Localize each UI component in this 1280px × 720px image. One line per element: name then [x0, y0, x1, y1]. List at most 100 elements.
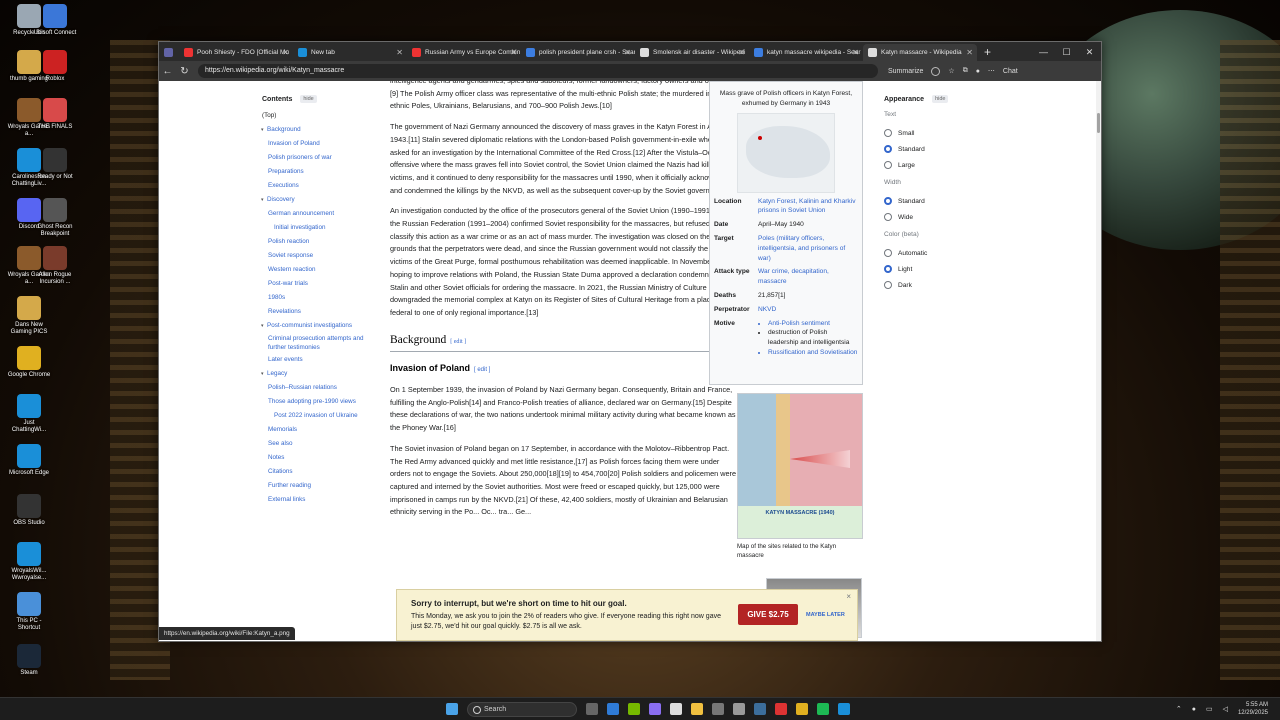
settings-icon[interactable]	[733, 703, 745, 715]
tab-close-icon[interactable]: ✕	[738, 44, 745, 61]
profile-icon[interactable]: ●	[976, 68, 980, 75]
radio-button[interactable]	[884, 129, 892, 137]
toc-item[interactable]: Polish prisoners of war	[268, 151, 380, 165]
toc-item[interactable]: Invasion of Poland	[268, 137, 380, 151]
tab-close-icon[interactable]: ✕	[852, 44, 859, 61]
desktop-icon[interactable]: Ghost Recon Breakpoint	[32, 198, 78, 238]
windows-icon[interactable]	[446, 703, 458, 715]
give-button[interactable]: GIVE $2.75	[738, 604, 798, 625]
radio-button[interactable]	[884, 281, 892, 289]
toc-item[interactable]: See also	[268, 437, 380, 451]
calculator-icon[interactable]	[712, 703, 724, 715]
tab-close-icon[interactable]: ✕	[396, 44, 403, 61]
toc-item[interactable]: Criminal prosecution attempts and furthe…	[268, 333, 380, 353]
roblox-icon[interactable]	[775, 703, 787, 715]
translate-icon[interactable]	[931, 66, 941, 76]
refresh-icon[interactable]: ↻	[176, 66, 193, 77]
desktop-icon[interactable]: Ubisoft Connect	[32, 4, 78, 37]
toc-item[interactable]: Post 2022 invasion of Ukraine	[274, 409, 380, 423]
desktop-icon[interactable]: Roblox	[32, 50, 78, 83]
toc-item[interactable]: Preparations	[268, 165, 380, 179]
desktop-icon[interactable]: This PC - Shortcut	[6, 592, 52, 632]
tab[interactable]: polish president plane crsh - Sear ✕	[521, 44, 635, 61]
tab-pinned[interactable]	[159, 44, 179, 61]
motive-item[interactable]: Russification and Sovietisation	[768, 348, 858, 358]
radio-option[interactable]: Light	[884, 261, 1004, 277]
tab-close-icon[interactable]: ✕	[510, 44, 517, 61]
volume-icon[interactable]: ◁	[1223, 705, 1228, 713]
toc-item[interactable]: Citations	[268, 465, 380, 479]
radio-button[interactable]	[884, 197, 892, 205]
steam-icon[interactable]	[754, 703, 766, 715]
summarize-button[interactable]: Summarize	[888, 68, 923, 75]
toc-item[interactable]: Post-war trials	[268, 277, 380, 291]
close-window-button[interactable]: ✕	[1078, 44, 1101, 61]
menu-icon[interactable]: ⋯	[988, 67, 995, 75]
toc-item[interactable]: ▾ Background	[261, 123, 380, 137]
toc-item[interactable]: Polish reaction	[268, 235, 380, 249]
toc-item[interactable]: Western reaction	[268, 263, 380, 277]
desktop-icon[interactable]: Dans New Gaming PICS	[6, 296, 52, 336]
toc-item[interactable]: Executions	[268, 179, 380, 193]
widgets-icon[interactable]	[586, 703, 598, 715]
desktop-icon[interactable]: Allen Rogue Incursion ...	[32, 246, 78, 286]
desktop-icon[interactable]: WroyalsWil... Wwroyalse...	[6, 542, 52, 582]
tab-close-icon[interactable]: ✕	[966, 44, 973, 61]
tab[interactable]: Smolensk air disaster - Wikipedi ✕	[635, 44, 749, 61]
toc-item[interactable]: External links	[268, 493, 380, 507]
favorite-star-icon[interactable]: ☆	[948, 67, 954, 75]
tab[interactable]: Katyn massacre - Wikipedia ✕	[863, 44, 977, 61]
minimize-button[interactable]: —	[1032, 44, 1055, 61]
radio-button[interactable]	[884, 265, 892, 273]
radio-button[interactable]	[884, 161, 892, 169]
toc-item[interactable]: ▾ Post-communist investigations	[261, 319, 380, 333]
toc-item[interactable]: Memorials	[268, 423, 380, 437]
desktop-icon[interactable]: Just ChattingWi...	[6, 394, 52, 434]
radio-option[interactable]: Wide	[884, 209, 1004, 225]
appearance-hide-button[interactable]: hide	[932, 95, 949, 103]
edit-link[interactable]: [ edit ]	[474, 367, 490, 373]
katyn-map-image[interactable]: KATYN MASSACRE (1940)	[737, 393, 863, 539]
toc-item[interactable]: Initial investigation	[274, 221, 380, 235]
toc-item[interactable]: Those adopting pre-1990 views	[268, 395, 380, 409]
toc-item[interactable]: ▾ Discovery	[261, 193, 380, 207]
nvidia-icon[interactable]	[628, 703, 640, 715]
maximize-button[interactable]: ☐	[1055, 44, 1078, 61]
microphone-icon[interactable]: ●	[1192, 706, 1196, 713]
file-icon[interactable]	[670, 703, 682, 715]
edge-icon[interactable]	[838, 703, 850, 715]
toc-item[interactable]: German announcement	[268, 207, 380, 221]
radio-option[interactable]: Dark	[884, 277, 1004, 293]
radio-button[interactable]	[884, 249, 892, 257]
chat-button[interactable]: Chat	[1003, 68, 1018, 75]
tab[interactable]: Pooh Shiesty - FDO [Official Mu ✕	[179, 44, 293, 61]
toc-item[interactable]: Notes	[268, 451, 380, 465]
toc-item[interactable]: Later events	[268, 353, 380, 367]
maybe-later-button[interactable]: MAYBE LATER	[806, 610, 845, 620]
copilot-icon[interactable]	[649, 703, 661, 715]
store-icon[interactable]	[607, 703, 619, 715]
radio-option[interactable]: Automatic	[884, 245, 1004, 261]
desktop-icon[interactable]: OBS Studio	[6, 494, 52, 527]
toc-item[interactable]: Polish–Russian relations	[268, 381, 380, 395]
back-icon[interactable]: ←	[159, 66, 176, 77]
toc-hide-button[interactable]: hide	[300, 95, 317, 103]
tab-close-icon[interactable]: ✕	[624, 44, 631, 61]
tray-chevron-icon[interactable]: ⌃	[1176, 705, 1182, 713]
radio-option[interactable]: Small	[884, 125, 1004, 141]
new-tab-button[interactable]: +	[977, 44, 998, 61]
desktop-icon[interactable]: Steam	[6, 644, 52, 677]
spotify-icon[interactable]	[817, 703, 829, 715]
toc-item[interactable]: Revelations	[268, 305, 380, 319]
toc-item[interactable]: Soviet response	[268, 249, 380, 263]
network-icon[interactable]: ▭	[1206, 705, 1213, 713]
banner-close-icon[interactable]: ×	[846, 592, 851, 602]
folder-icon[interactable]	[691, 703, 703, 715]
scrollbar-thumb[interactable]	[1097, 113, 1100, 133]
tab[interactable]: katyn massacre wikipedia - Sear ✕	[749, 44, 863, 61]
taskbar-search[interactable]: Search	[467, 701, 577, 717]
location-map-image[interactable]	[737, 112, 835, 193]
toc-item[interactable]: Further reading	[268, 479, 380, 493]
radio-button[interactable]	[884, 145, 892, 153]
page-scrollbar[interactable]	[1096, 81, 1101, 641]
